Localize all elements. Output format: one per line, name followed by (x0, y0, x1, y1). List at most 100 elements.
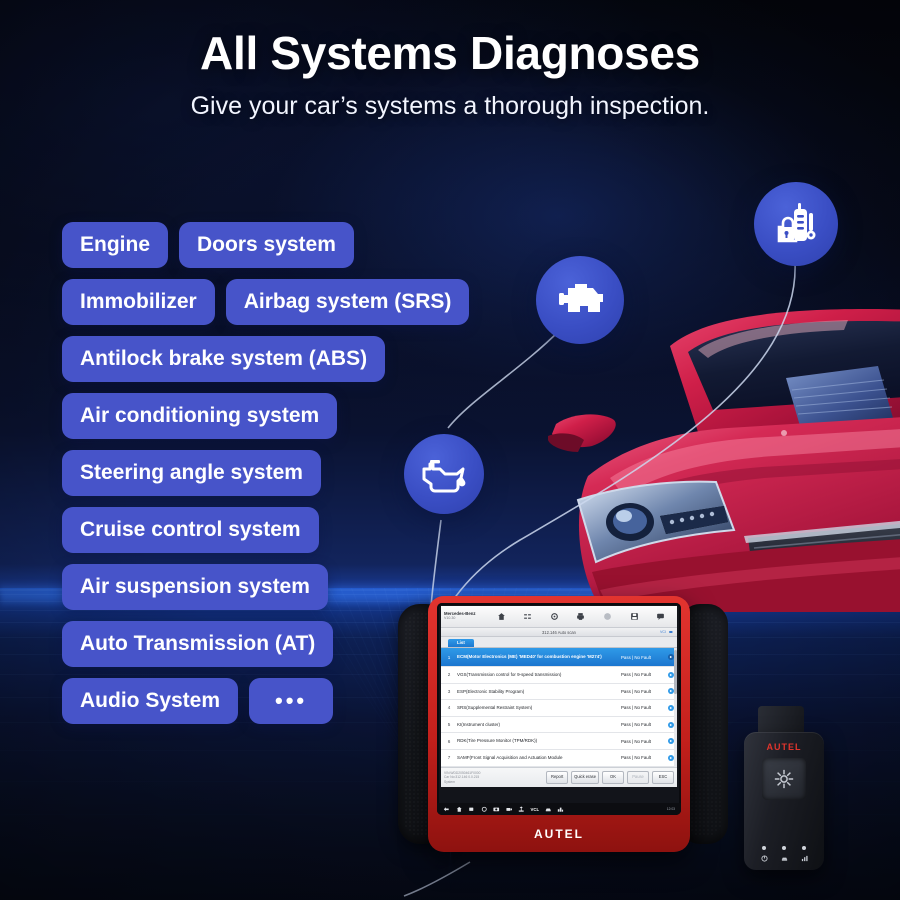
vci-dongle: AUTEL (744, 706, 826, 872)
table-row[interactable]: 3 ESP(Electronic Stability Program) Pass |… (441, 684, 677, 701)
system-name: VGS(Transmission control for 9-speed tra… (457, 671, 562, 677)
button-pause: Pause (627, 771, 649, 784)
home-icon[interactable] (456, 806, 463, 813)
clock-label: 12:03 (666, 807, 675, 811)
footer-bar: VIN:WDD2050461F0000 Car No:312.146 0.0.2… (441, 767, 677, 787)
signal-icon (801, 855, 808, 862)
settings-icon[interactable] (548, 610, 561, 623)
status-badge: Pass | No Fault (621, 705, 651, 711)
tab-strip: List (441, 637, 677, 648)
vci-burst-icon (774, 769, 794, 789)
button-report[interactable]: Report (546, 771, 569, 784)
status-badge: Pass | No Fault (621, 722, 651, 728)
camera-icon[interactable] (493, 806, 500, 813)
engine-check-icon (536, 256, 624, 344)
autel-tablet: Mercedes-Benz V10.30 312.146 Auto scan V… (398, 596, 728, 858)
pill-steering-angle-system[interactable]: Steering angle system (62, 450, 321, 496)
vehicle-info-text: VIN:WDD2050461F0000 Car No:312.146 0.0.2… (444, 770, 481, 784)
pill-row: Cruise control system (62, 507, 532, 553)
vci-emblem (762, 758, 806, 800)
pill-doors-system[interactable]: Doors system (179, 222, 354, 268)
autel-logo: AUTEL (534, 827, 584, 841)
led-power (762, 846, 766, 850)
vci-logo: AUTEL (766, 742, 802, 752)
vci-label: VCI (660, 630, 666, 634)
breadcrumb-status: VCI (660, 630, 673, 634)
led-vehicle (782, 846, 786, 850)
tablet-screen: Mercedes-Benz V10.30 312.146 Auto scan V… (437, 603, 681, 815)
vehicle-badge: Mercedes-Benz V10.30 (444, 612, 488, 620)
pill-row: Steering angle system (62, 450, 532, 496)
vcl-indicator: VCL (530, 806, 540, 812)
message-icon[interactable] (654, 610, 667, 623)
row-index: 6 (447, 738, 451, 744)
system-name: SRS(Supplemental Restraint System) (457, 705, 533, 711)
record-icon[interactable] (506, 806, 513, 813)
pill-air-suspension-system[interactable]: Air suspension system (62, 564, 328, 610)
battery-icon (669, 631, 673, 633)
tablet-body: Mercedes-Benz V10.30 312.146 Auto scan V… (428, 596, 690, 852)
system-name: KI(Instrument cluster) (457, 721, 501, 727)
table-row[interactable]: 1 ECM(Motor Electronics (ME) 'MED40' for … (441, 648, 677, 667)
save-icon[interactable] (628, 610, 641, 623)
row-index: 5 (447, 722, 451, 728)
app-toolbar: Mercedes-Benz V10.30 (441, 606, 677, 628)
screenshot-icon[interactable] (481, 806, 488, 813)
page-title: All Systems Diagnoses (200, 27, 700, 79)
power-icon (760, 855, 768, 862)
car-icon[interactable] (545, 806, 552, 813)
table-row[interactable]: 5 KI(Instrument cluster) Pass | No Fault ▸ (441, 717, 677, 734)
row-index: 2 (447, 672, 451, 678)
button-esc[interactable]: ESC (652, 771, 674, 784)
print-icon[interactable] (574, 610, 587, 623)
pill-audio-system[interactable]: Audio System (62, 678, 239, 724)
immobilizer-key-icon (754, 182, 838, 266)
pill-engine[interactable]: Engine (62, 222, 169, 268)
breadcrumb: 312.146 Auto scan VCI (441, 628, 677, 637)
pill-more-button[interactable]: ••• (249, 678, 334, 724)
tablet-brand-bar: AUTEL (437, 824, 681, 844)
pill-auto-transmission-at[interactable]: Auto Transmission (AT) (62, 621, 334, 667)
share-icon[interactable] (518, 806, 525, 813)
pill-row: Immobilizer Airbag system (SRS) (62, 279, 532, 325)
apps-icon[interactable] (557, 806, 564, 813)
system-name: ESP(Electronic Stability Program) (457, 688, 525, 694)
back-icon[interactable] (443, 806, 450, 813)
promo-banner: All Systems Diagnoses Give your car’s sy… (0, 0, 900, 900)
breadcrumb-text: 312.146 Auto scan (542, 629, 576, 635)
row-index: 1 (447, 654, 451, 660)
table-row[interactable]: 4 SRS(Supplemental Restraint System) Pass … (441, 700, 677, 717)
pill-air-conditioning-system[interactable]: Air conditioning system (62, 393, 338, 439)
datastream-icon[interactable] (521, 610, 534, 623)
table-row[interactable]: 2 VGS(Transmission control for 9-speed tr… (441, 667, 677, 684)
car-illustration (548, 300, 900, 630)
pill-immobilizer[interactable]: Immobilizer (62, 279, 215, 325)
diagnostic-app: Mercedes-Benz V10.30 312.146 Auto scan V… (441, 606, 677, 787)
status-badge: Pass | No Fault (621, 738, 651, 744)
page-subtitle: Give your car’s systems a thorough inspe… (190, 92, 710, 120)
pill-cruise-control-system[interactable]: Cruise control system (62, 507, 319, 553)
home-icon[interactable] (495, 610, 508, 623)
button-ok[interactable]: OK (602, 771, 624, 784)
pill-antilock-brake-system-abs[interactable]: Antilock brake system (ABS) (62, 336, 386, 382)
vci-leds (754, 846, 814, 850)
status-badge: Pass | No Fault (621, 755, 651, 761)
scrollbar-track[interactable] (673, 648, 677, 767)
system-name: SAMF(Front Signal Acquisition and Actuat… (457, 754, 563, 760)
system-name: ECM(Motor Electronics (ME) 'MED40' for c… (457, 654, 602, 660)
scrollbar-thumb[interactable] (673, 650, 677, 694)
vehicle-version: V10.30 (444, 615, 456, 620)
pill-airbag-system-srs[interactable]: Airbag system (SRS) (225, 279, 470, 325)
status-badge: Pass | No Fault (621, 654, 651, 660)
toolbar-icons (488, 610, 674, 623)
button-quick-erase[interactable]: Quick erase (571, 771, 599, 784)
tab-list[interactable]: List (448, 638, 474, 647)
led-link (802, 846, 806, 850)
help-icon[interactable] (601, 610, 614, 623)
table-row[interactable]: 7 SAMF(Front Signal Acquisition and Actua… (441, 750, 677, 767)
pill-row: Air conditioning system (62, 393, 532, 439)
system-scan-table: 1 ECM(Motor Electronics (ME) 'MED40' for … (441, 648, 677, 767)
table-row[interactable]: 6 RDK(Tire Pressure Monitor (TPM/RDK)) Pas… (441, 733, 677, 750)
recents-icon[interactable] (468, 806, 475, 813)
status-badge: Pass | No Fault (621, 672, 651, 678)
